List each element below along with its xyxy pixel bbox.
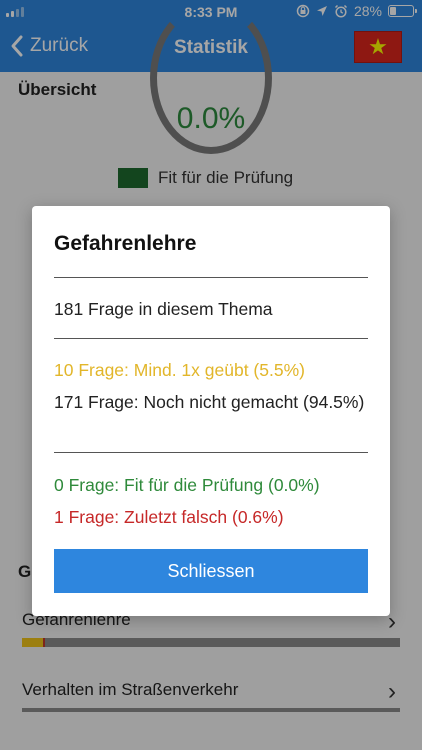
wrong-questions: 1 Frage: Zuletzt falsch (0.6%) xyxy=(54,507,284,527)
divider xyxy=(54,452,368,453)
divider xyxy=(54,338,368,339)
divider xyxy=(54,277,368,278)
fit-questions: 0 Frage: Fit für die Prüfung (0.0%) xyxy=(54,475,320,495)
practiced-questions: 10 Frage: Mind. 1x geübt (5.5%) xyxy=(54,360,305,380)
not-done-questions: 171 Frage: Noch nicht gemacht (94.5%) xyxy=(54,392,365,412)
topic-stats-dialog: Gefahrenlehre 181 Frage in diesem Thema … xyxy=(32,206,390,616)
dialog-title: Gefahrenlehre xyxy=(54,232,197,255)
total-questions: 181 Frage in diesem Thema xyxy=(54,299,273,319)
close-button[interactable]: Schliessen xyxy=(54,549,368,593)
